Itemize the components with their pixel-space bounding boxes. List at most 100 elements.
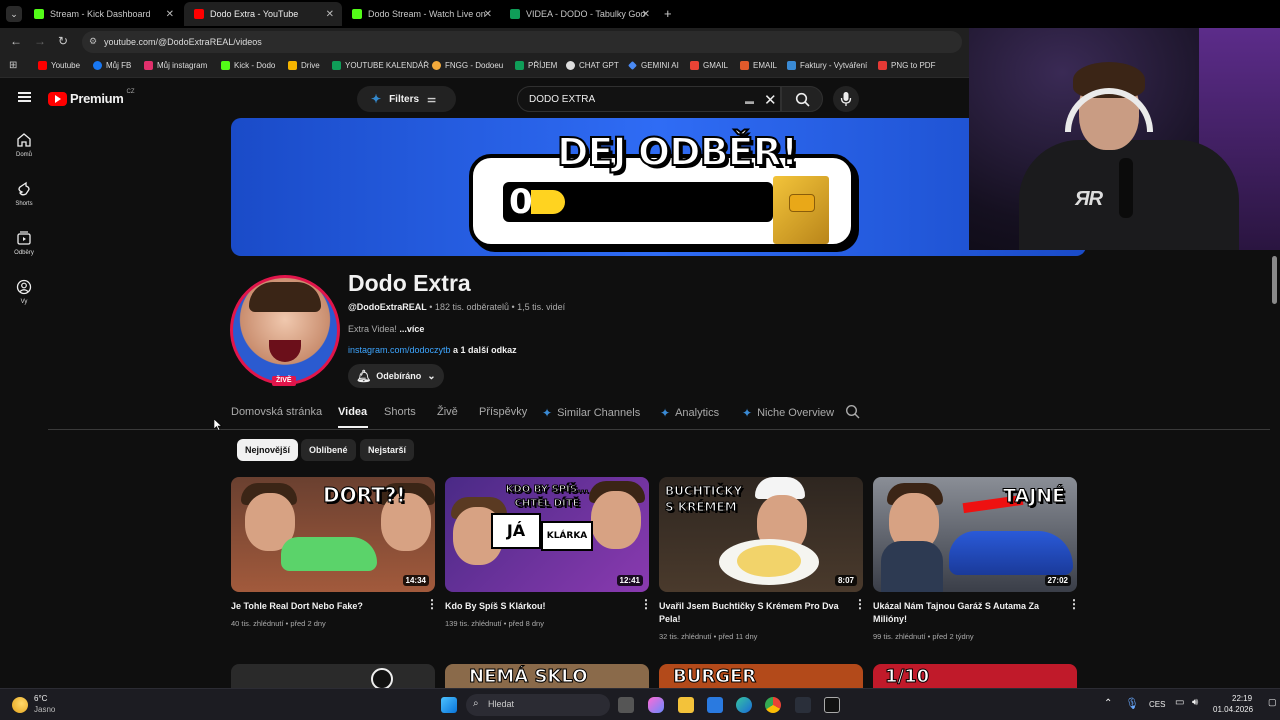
- chatgpt-icon: [371, 668, 393, 688]
- filters-button[interactable]: ✦ Filters ⚌: [357, 86, 456, 112]
- search-icon: [795, 92, 810, 107]
- close-icon[interactable]: ✕: [326, 9, 334, 20]
- close-icon[interactable]: ✕: [642, 9, 650, 20]
- channel-name: Dodo Extra: [348, 270, 471, 296]
- bookmark-email[interactable]: EMAIL: [740, 61, 777, 70]
- network-icon[interactable]: ▭: [1175, 697, 1184, 708]
- task-view-icon[interactable]: [618, 697, 634, 713]
- video-title[interactable]: Uvařil Jsem Buchtičky S Krémem Pro Dva P…: [659, 600, 839, 626]
- forward-icon[interactable]: →: [34, 34, 46, 48]
- video-thumbnail[interactable]: BUCHTIČKY S KRÉMEM 8:07: [659, 477, 863, 592]
- tab-shorts[interactable]: Shorts: [384, 406, 416, 418]
- video-thumbnail[interactable]: DORT?! 14:34: [231, 477, 435, 592]
- video-thumbnail[interactable]: KDO BY SPÍŠ... CHTĚL DÍTĚ JÁ KLÁRKA 12:4…: [445, 477, 649, 592]
- bookmark-faktury[interactable]: Faktury - Vytváření: [787, 61, 867, 70]
- browser-tab-sheets[interactable]: VIDEA - DODO - Tabulky Googl ✕: [500, 2, 658, 26]
- more-options-icon[interactable]: ⋮: [1068, 598, 1080, 610]
- instagram-link[interactable]: instagram.com/dodoczytb: [348, 345, 451, 355]
- bookmark-youtube-calendar[interactable]: YOUTUBE KALENDÁŘ: [332, 61, 429, 70]
- browser-tab-youtube[interactable]: Dodo Extra - YouTube ✕: [184, 2, 342, 26]
- bookmark-png-to-pdf[interactable]: PNG to PDF: [878, 61, 935, 70]
- more-options-icon[interactable]: ⋮: [640, 598, 652, 610]
- avatar-mouth: [269, 340, 301, 362]
- video-thumbnail[interactable]: BURGER: [659, 664, 863, 688]
- browser-tab-kick-dashboard[interactable]: Stream - Kick Dashboard ✕: [24, 2, 182, 26]
- site-info-icon[interactable]: ⚙: [89, 36, 97, 47]
- start-icon[interactable]: [441, 697, 457, 713]
- clear-search-icon[interactable]: ✕: [764, 91, 777, 109]
- subscribed-button[interactable]: 🔔︎ Odebíráno ⌄: [348, 364, 444, 388]
- bookmark-prijem[interactable]: PŘÍJEM: [515, 61, 557, 70]
- youtube-premium-logo[interactable]: Premium CZ: [48, 89, 135, 106]
- file-explorer-icon[interactable]: [678, 697, 694, 713]
- new-tab-button[interactable]: +: [664, 6, 672, 21]
- bookmark-chatgpt[interactable]: CHAT GPT: [566, 61, 619, 70]
- reload-icon[interactable]: ↻: [58, 34, 68, 48]
- page-scrollbar[interactable]: [1272, 256, 1277, 304]
- bookmark-drive[interactable]: Drive: [288, 61, 320, 70]
- kick-icon: [34, 9, 44, 19]
- other-links[interactable]: a 1 další odkaz: [451, 345, 517, 355]
- channel-description[interactable]: Extra Videa! ...více: [348, 324, 424, 334]
- chip-newest[interactable]: Nejnovější: [237, 439, 299, 461]
- tab-niche-overview[interactable]: ✦ Niche Overview: [742, 406, 834, 420]
- tab-similar-channels[interactable]: ✦ Similar Channels: [542, 406, 640, 420]
- video-thumbnail[interactable]: 1/10: [873, 664, 1077, 688]
- chrome-icon[interactable]: [765, 697, 781, 713]
- bookmark-kick[interactable]: Kick - Dodo: [221, 61, 275, 70]
- bookmark-gemini[interactable]: GEMINI AI: [628, 61, 679, 70]
- bookmark-facebook[interactable]: Můj FB: [93, 61, 131, 70]
- microphone-icon[interactable]: 🎙︎: [1125, 697, 1139, 710]
- tab-videos[interactable]: Videa: [338, 406, 367, 418]
- edge-icon[interactable]: [736, 697, 752, 713]
- url-field[interactable]: ⚙ youtube.com/@DodoExtraREAL/videos: [82, 31, 962, 53]
- epic-games-icon[interactable]: [824, 697, 840, 713]
- sidebar-item-subscriptions[interactable]: Odběry: [0, 230, 48, 256]
- video-thumbnail[interactable]: NEMÁ SKLO: [445, 664, 649, 688]
- live-badge[interactable]: ŽIVĚ: [272, 376, 296, 386]
- video-thumbnail[interactable]: [231, 664, 435, 688]
- channel-links: instagram.com/dodoczytb a 1 další odkaz: [348, 345, 517, 355]
- tab-analytics[interactable]: ✦ Analytics: [660, 406, 719, 420]
- copilot-icon[interactable]: [648, 697, 664, 713]
- sidebar-item-home[interactable]: Domů: [0, 132, 48, 158]
- back-icon[interactable]: ←: [10, 34, 22, 48]
- keyboard-icon[interactable]: ▬: [745, 96, 754, 106]
- chip-oldest[interactable]: Nejstarší: [360, 439, 415, 461]
- video-title[interactable]: Kdo By Spíš S Klárkou!: [445, 600, 625, 613]
- bookmark-youtube[interactable]: Youtube: [38, 61, 80, 70]
- close-icon[interactable]: ✕: [166, 9, 174, 20]
- weather-icon[interactable]: [12, 697, 28, 713]
- notifications-icon[interactable]: ▢: [1268, 697, 1277, 708]
- tab-list-button[interactable]: ⌄: [6, 6, 22, 22]
- chevron-up-icon[interactable]: ⌃: [1104, 698, 1112, 709]
- chip-popular[interactable]: Oblíbené: [301, 439, 356, 461]
- sidebar-item-you[interactable]: Vy: [0, 279, 48, 305]
- tab-home[interactable]: Domovská stránka: [231, 406, 322, 418]
- more-options-icon[interactable]: ⋮: [854, 598, 866, 610]
- taskbar-search-input[interactable]: ⌕ Hledat: [466, 694, 610, 716]
- bookmark-instagram[interactable]: Můj instagram: [144, 61, 207, 70]
- bookmark-fngg[interactable]: FNGG - Dodoeu: [432, 61, 503, 70]
- close-icon[interactable]: ✕: [484, 9, 492, 20]
- channel-avatar[interactable]: [230, 275, 340, 385]
- volume-icon[interactable]: 🔊︎: [1192, 697, 1198, 708]
- voice-search-button[interactable]: [833, 86, 859, 112]
- browser-tab-kick-stream[interactable]: Dodo Stream - Watch Live on K ✕: [342, 2, 500, 26]
- search-icon[interactable]: [845, 404, 861, 420]
- video-title[interactable]: Ukázal Nám Tajnou Garáž S Autama Za Mili…: [873, 600, 1053, 626]
- outlook-icon[interactable]: [707, 697, 723, 713]
- video-thumbnail[interactable]: TAJNÉ 27:02: [873, 477, 1077, 592]
- sidebar-item-shorts[interactable]: Shorts: [0, 181, 48, 207]
- tab-live[interactable]: Živě: [437, 406, 458, 418]
- video-title[interactable]: Je Tohle Real Dort Nebo Fake?: [231, 600, 411, 613]
- search-input[interactable]: DODO EXTRA: [517, 86, 781, 112]
- search-button[interactable]: [781, 86, 823, 112]
- tab-posts[interactable]: Příspěvky: [479, 406, 527, 418]
- bookmark-gmail[interactable]: GMAIL: [690, 61, 728, 70]
- terminal-icon[interactable]: [795, 697, 811, 713]
- hamburger-menu-icon[interactable]: [18, 92, 31, 102]
- apps-icon[interactable]: ⊞: [9, 60, 17, 71]
- more-link[interactable]: ...více: [399, 324, 424, 334]
- more-options-icon[interactable]: ⋮: [426, 598, 438, 610]
